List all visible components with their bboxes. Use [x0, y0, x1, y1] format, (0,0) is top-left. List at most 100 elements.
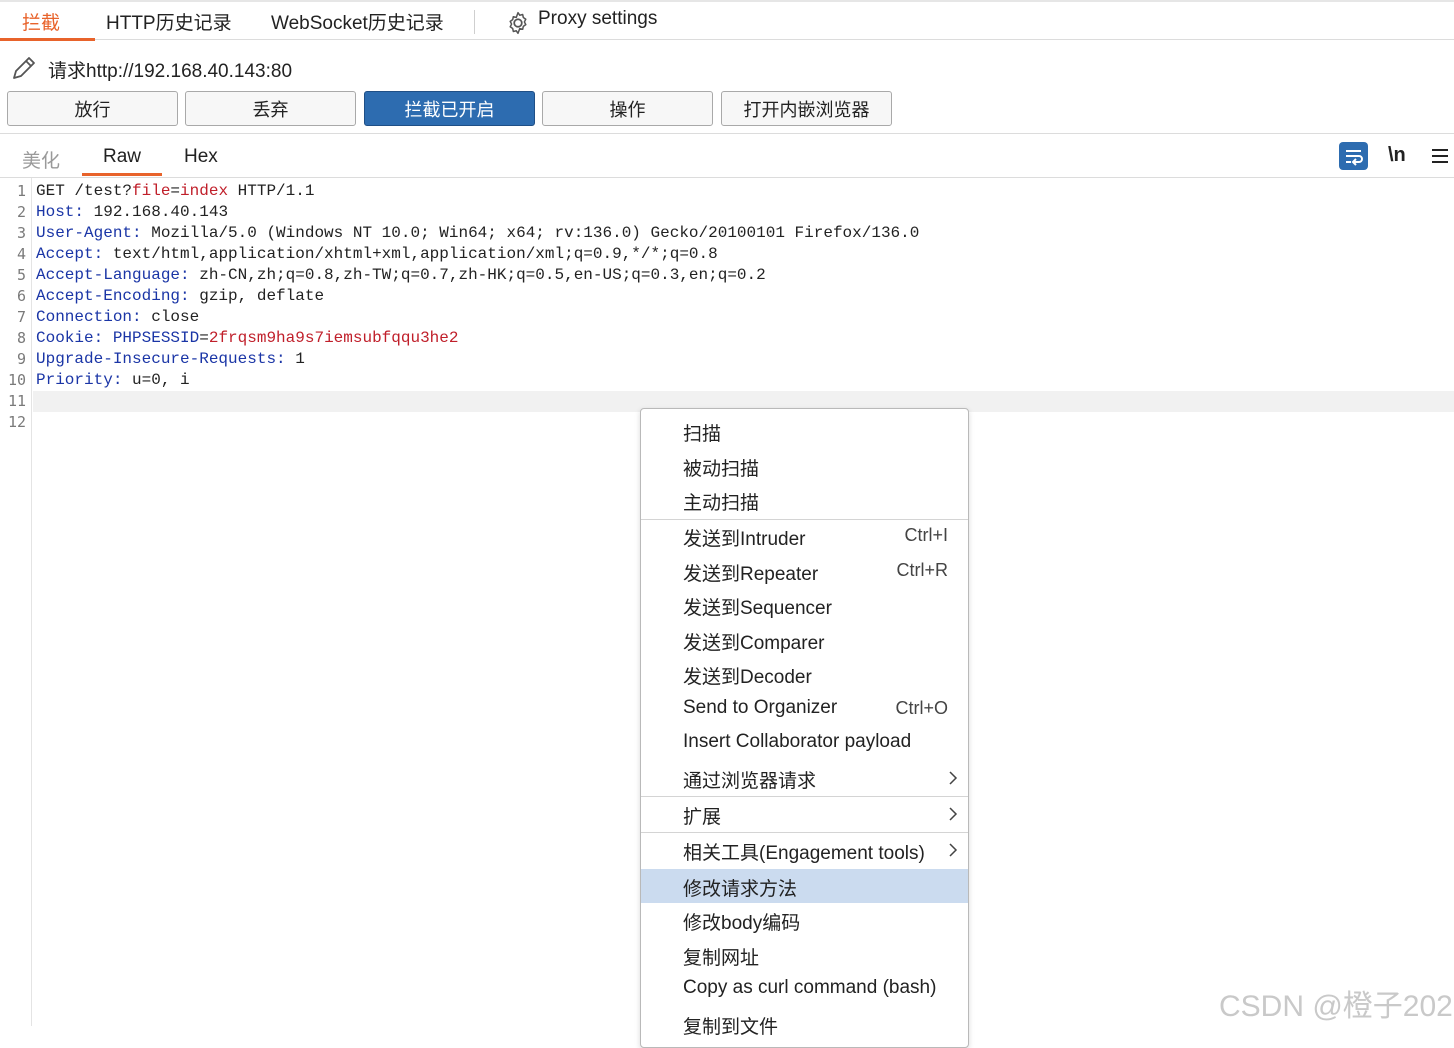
- line-number: 3: [16, 224, 26, 242]
- menu-item-label: 发送到Comparer: [683, 633, 825, 654]
- query-param-value: index: [180, 182, 229, 200]
- tab-websocket-history[interactable]: WebSocket历史记录: [271, 8, 444, 35]
- header-line-user-agent[interactable]: User-Agent: Mozilla/5.0 (Windows NT 10.0…: [36, 224, 919, 242]
- query-param-name: file: [132, 182, 171, 200]
- http-version: HTTP/1.1: [228, 182, 315, 200]
- header-line-host[interactable]: Host: 192.168.40.143: [36, 203, 228, 221]
- menu-item-send-to-comparer[interactable]: 发送到Comparer: [641, 623, 968, 657]
- word-wrap-button[interactable]: [1339, 142, 1368, 170]
- menu-item-label: 修改body编码: [683, 913, 801, 934]
- line-number: 9: [16, 350, 26, 368]
- menu-item-copy-url[interactable]: 复制网址: [641, 938, 968, 972]
- line-number: 7: [16, 308, 26, 326]
- line-number: 6: [16, 287, 26, 305]
- cookie-equals: =: [199, 329, 209, 347]
- line-number-gutter: [0, 178, 32, 1026]
- tab-intercept[interactable]: 拦截: [22, 8, 60, 35]
- menu-item-label: 主动扫描: [683, 493, 760, 514]
- menu-item-copy-to-file[interactable]: 复制到文件: [641, 1007, 968, 1041]
- active-view-indicator: [82, 173, 162, 176]
- active-tab-indicator: [0, 38, 95, 41]
- context-menu: 扫描 被动扫描 主动扫描 发送到Intruder Ctrl+I 发送到Repeat…: [640, 408, 969, 1048]
- menu-item-send-to-sequencer[interactable]: 发送到Sequencer: [641, 588, 968, 622]
- watermark: CSDN @橙子2025: [1219, 990, 1454, 1023]
- header-key: Accept-Encoding:: [36, 287, 190, 305]
- tab-divider: [474, 10, 475, 34]
- line-number: 8: [16, 329, 26, 347]
- line-number: 11: [7, 392, 26, 410]
- header-line-upgrade[interactable]: Upgrade-Insecure-Requests: 1: [36, 350, 305, 368]
- header-value: Mozilla/5.0 (Windows NT 10.0; Win64; x64…: [141, 224, 920, 242]
- tab-http-history[interactable]: HTTP历史记录: [106, 8, 232, 35]
- menu-item-active-scan[interactable]: 主动扫描: [641, 483, 968, 517]
- menu-item-label: 复制网址: [683, 948, 760, 969]
- menu-item-scan[interactable]: 扫描: [641, 414, 968, 448]
- header-key: Accept-Language:: [36, 266, 190, 284]
- menu-item-label: 相关工具(Engagement tools): [683, 843, 925, 864]
- header-value: text/html,application/xhtml+xml,applicat…: [103, 245, 718, 263]
- header-value: 192.168.40.143: [84, 203, 229, 221]
- menu-item-change-request-method[interactable]: 修改请求方法: [641, 869, 968, 903]
- tab-proxy-settings[interactable]: Proxy settings: [538, 8, 657, 30]
- shortcut-label: Ctrl+O: [895, 698, 948, 718]
- menu-item-engagement-tools[interactable]: 相关工具(Engagement tools): [641, 833, 968, 867]
- menu-item-label: 通过浏览器请求: [683, 771, 817, 792]
- menu-item-extensions[interactable]: 扩展: [641, 797, 968, 831]
- header-value: gzip, deflate: [189, 287, 325, 305]
- menu-item-change-body-encoding[interactable]: 修改body编码: [641, 903, 968, 937]
- menu-item-label: 发送到Decoder: [683, 667, 812, 688]
- line-number: 5: [16, 266, 26, 284]
- menu-item-passive-scan[interactable]: 被动扫描: [641, 449, 968, 483]
- menu-item-send-to-repeater[interactable]: 发送到Repeater Ctrl+R: [641, 554, 968, 588]
- menu-item-label: 修改请求方法: [683, 879, 798, 900]
- action-button[interactable]: 操作: [542, 91, 713, 126]
- header-line-connection[interactable]: Connection: close: [36, 308, 199, 326]
- cookie-name: PHPSESSID: [103, 329, 200, 347]
- tab-raw[interactable]: Raw: [103, 146, 141, 168]
- menu-item-send-to-decoder[interactable]: 发送到Decoder: [641, 657, 968, 691]
- header-value: zh-CN,zh;q=0.8,zh-TW;q=0.7,zh-HK;q=0.5,e…: [189, 266, 766, 284]
- menu-item-send-to-organizer[interactable]: Send to Organizer Ctrl+O: [641, 692, 968, 726]
- header-key: Connection:: [36, 308, 142, 326]
- cookie-value: 2frqsm9ha9s7iemsubfqqu3he2: [208, 329, 459, 347]
- menu-item-label: Send to Organizer: [683, 697, 838, 718]
- divider: [0, 133, 1454, 134]
- header-key: User-Agent:: [36, 224, 142, 242]
- header-line-priority[interactable]: Priority: u=0, i: [36, 371, 190, 389]
- menu-item-label: 被动扫描: [683, 459, 760, 480]
- drop-button[interactable]: 丢弃: [185, 91, 356, 126]
- line-number: 10: [7, 371, 26, 389]
- menu-item-request-in-browser[interactable]: 通过浏览器请求: [641, 761, 968, 795]
- request-line[interactable]: GET /test?file=index HTTP/1.1: [36, 182, 314, 200]
- header-value: 1: [285, 350, 305, 368]
- menu-item-label: Insert Collaborator payload: [683, 731, 912, 752]
- header-key: Accept:: [36, 245, 104, 263]
- show-newlines-button[interactable]: \n: [1388, 144, 1406, 167]
- open-browser-button[interactable]: 打开内嵌浏览器: [721, 91, 892, 126]
- query-equals: =: [170, 182, 181, 200]
- menu-icon[interactable]: [1431, 148, 1449, 164]
- menu-item-label: 扩展: [683, 807, 722, 828]
- menu-item-label: 发送到Repeater: [683, 564, 819, 585]
- intercept-toggle-button[interactable]: 拦截已开启: [364, 91, 535, 126]
- menu-item-label: 发送到Intruder: [683, 529, 806, 550]
- menu-item-send-to-intruder[interactable]: 发送到Intruder Ctrl+I: [641, 519, 968, 553]
- chevron-right-icon: [949, 771, 958, 785]
- header-line-accept-encoding[interactable]: Accept-Encoding: gzip, deflate: [36, 287, 324, 305]
- tab-pretty[interactable]: 美化: [22, 146, 60, 173]
- line-number: 4: [16, 245, 26, 263]
- menu-item-insert-collaborator[interactable]: Insert Collaborator payload: [641, 726, 968, 760]
- header-line-accept-language[interactable]: Accept-Language: zh-CN,zh;q=0.8,zh-TW;q=…: [36, 266, 766, 284]
- menu-item-copy-as-curl[interactable]: Copy as curl command (bash): [641, 972, 968, 1006]
- shortcut-label: Ctrl+R: [896, 560, 948, 580]
- tab-hex[interactable]: Hex: [184, 146, 218, 168]
- chevron-right-icon: [949, 807, 958, 821]
- header-key: Cookie:: [36, 329, 104, 347]
- gear-icon[interactable]: [505, 10, 531, 36]
- request-title: 请求http://192.168.40.143:80: [48, 61, 293, 82]
- forward-button[interactable]: 放行: [7, 91, 178, 126]
- header-key: Upgrade-Insecure-Requests:: [36, 350, 286, 368]
- header-line-cookie[interactable]: Cookie: PHPSESSID=2frqsm9ha9s7iemsubfqqu…: [36, 329, 458, 347]
- header-line-accept[interactable]: Accept: text/html,application/xhtml+xml,…: [36, 245, 718, 263]
- menu-item-label: 发送到Sequencer: [683, 598, 832, 619]
